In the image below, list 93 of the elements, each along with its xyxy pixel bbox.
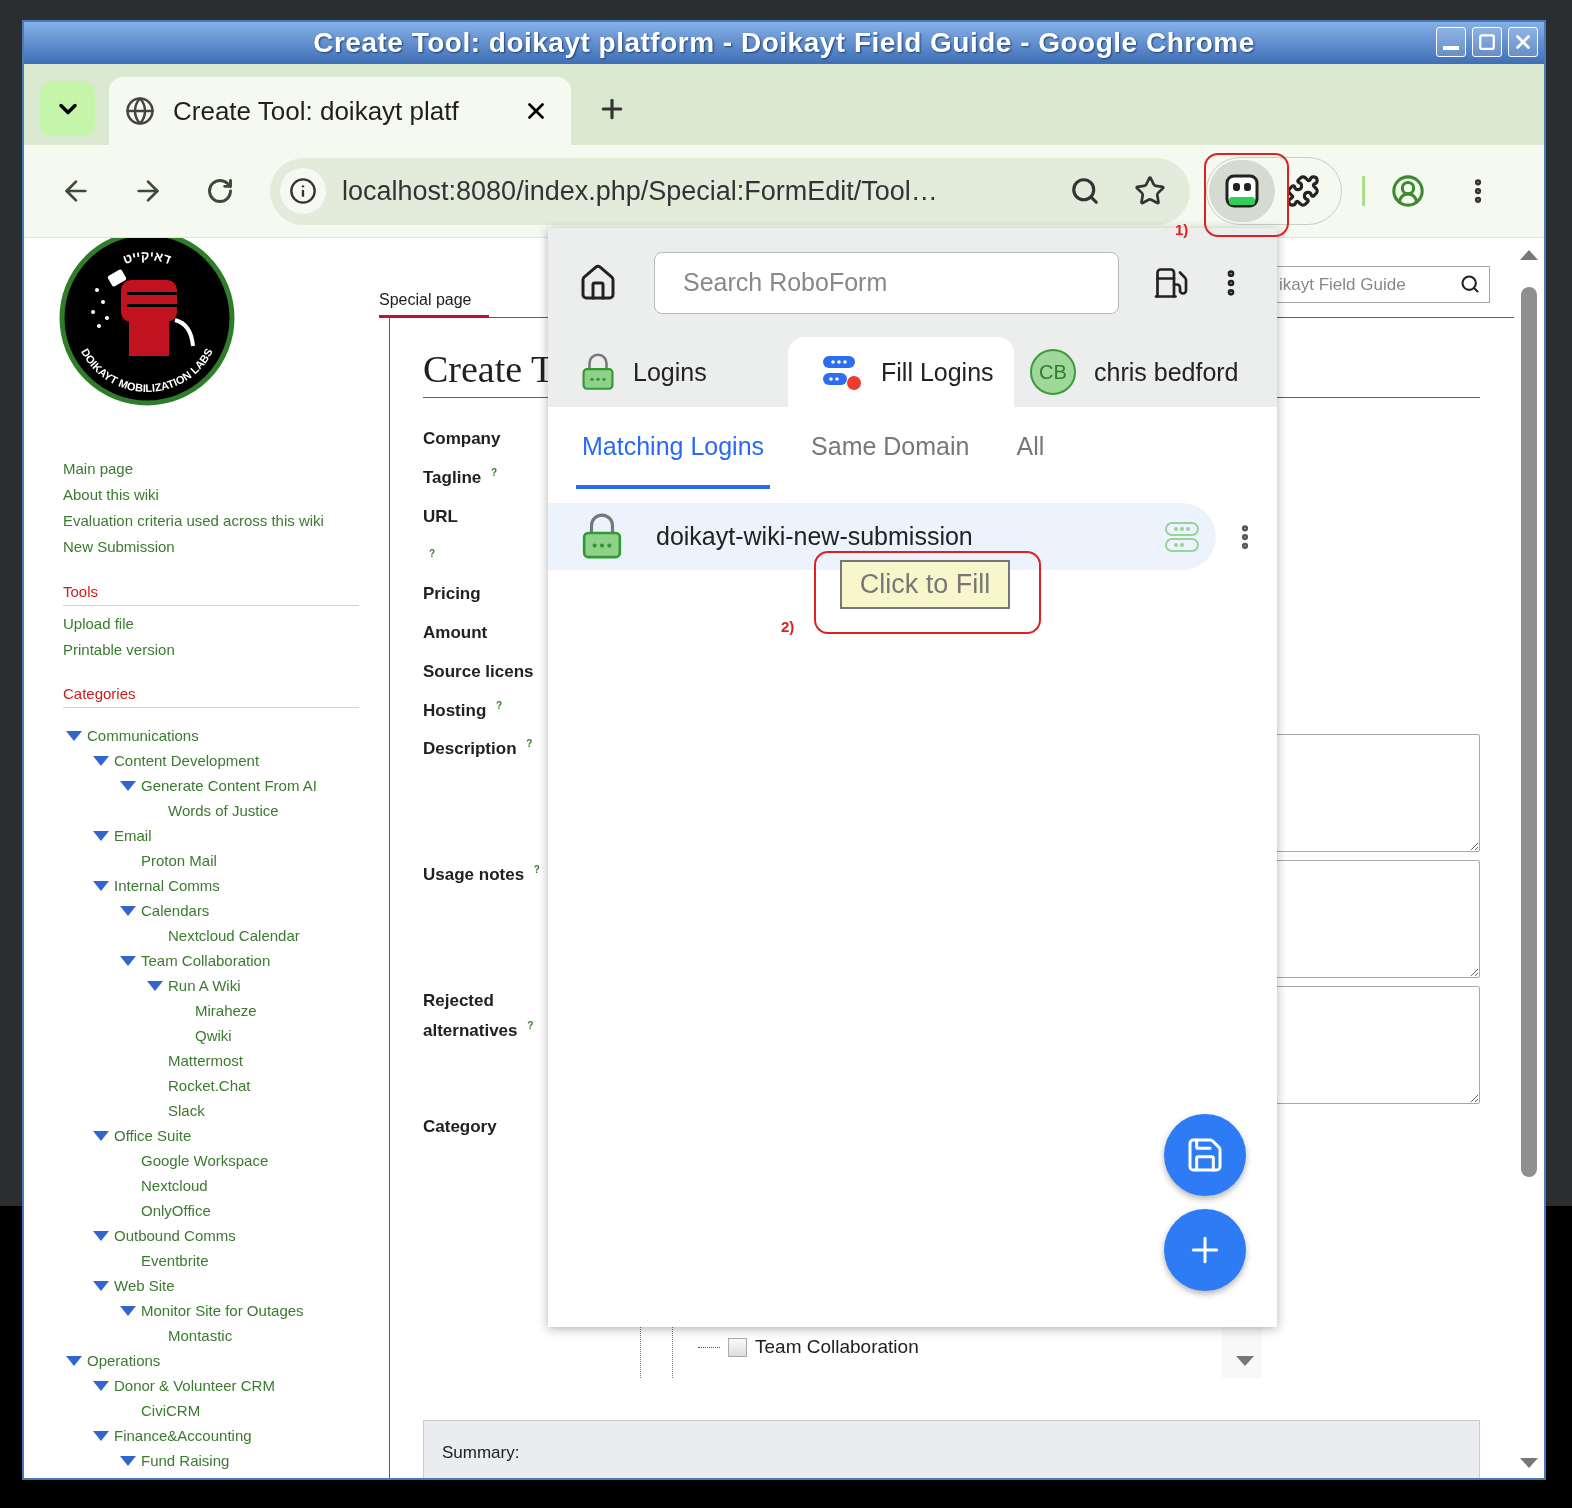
- maximize-icon: [1478, 33, 1496, 51]
- category-link[interactable]: Qwiki: [195, 1023, 232, 1049]
- tool-link[interactable]: Upload file: [63, 611, 134, 637]
- category-link[interactable]: Google Workspace: [141, 1148, 269, 1174]
- tooltip: Click to Fill: [840, 560, 1010, 609]
- page-tab[interactable]: Special page: [379, 291, 489, 318]
- tab-title: Create Tool: doikayt platf: [173, 95, 459, 127]
- category-link[interactable]: Run A Wiki: [168, 973, 241, 999]
- category-link[interactable]: Nextcloud: [141, 1173, 208, 1199]
- field-label: Hosting $^{?}$: [423, 699, 504, 722]
- field-label: Company: [423, 428, 502, 450]
- category-link[interactable]: CiviCRM: [141, 1398, 201, 1424]
- field-label: Source licens: [423, 661, 535, 683]
- category-link[interactable]: Montastic: [168, 1323, 233, 1349]
- filter-tab[interactable]: All: [1010, 407, 1051, 489]
- checkbox[interactable]: [728, 1337, 747, 1357]
- site-info-button[interactable]: [280, 168, 326, 214]
- puzzle-icon: [1286, 174, 1320, 208]
- category-link[interactable]: Monitor Site for Outages: [141, 1298, 304, 1324]
- scroll-up-icon[interactable]: [1520, 250, 1538, 260]
- category-link[interactable]: Miraheze: [195, 998, 257, 1024]
- field-label: Description $^{?}$: [423, 737, 534, 760]
- roboform-search-field[interactable]: Search RoboForm: [654, 251, 1119, 314]
- category-link[interactable]: Words of Justice: [168, 798, 279, 824]
- field-label: Rejected alternatives $^{?}$: [423, 990, 535, 1042]
- roboform-button[interactable]: [1209, 160, 1275, 222]
- category-link[interactable]: Generate Content From AI: [141, 773, 317, 799]
- category-link[interactable]: Office Suite: [114, 1123, 192, 1149]
- nav-link[interactable]: New Submission: [63, 534, 175, 560]
- category-link[interactable]: Web Site: [114, 1273, 175, 1299]
- portal-heading: Categories: [63, 682, 359, 708]
- url-text: localhost:8080/index.php/Special:FormEdit/Tool…: [342, 175, 939, 207]
- globe-icon: [125, 96, 155, 126]
- category-link[interactable]: Nextcloud Calendar: [168, 923, 300, 949]
- avatar: CB: [1030, 349, 1076, 395]
- category-label: Team Collaboration: [755, 1336, 919, 1358]
- save-button[interactable]: [1164, 1114, 1246, 1196]
- lock-icon: [581, 513, 623, 560]
- add-button[interactable]: [1164, 1209, 1246, 1291]
- tool-link[interactable]: Printable version: [63, 637, 175, 663]
- filter-tab[interactable]: Same Domain: [805, 407, 976, 489]
- field-label: Usage notes $^{?}$: [423, 863, 541, 886]
- maximize-button[interactable]: [1472, 27, 1502, 57]
- window-title: Create Tool: doikayt platform - Doikayt Field Guide - Google Chrome: [313, 27, 1255, 59]
- category-link[interactable]: Outbound Comms: [114, 1223, 236, 1249]
- category-link[interactable]: Email: [114, 823, 152, 849]
- field-label: Amount: [423, 622, 489, 644]
- profile-icon[interactable]: [1391, 174, 1425, 208]
- minimize-icon: [1443, 46, 1459, 50]
- lock-icon: [581, 353, 615, 391]
- category-link[interactable]: Mattermost: [168, 1048, 243, 1074]
- category-link[interactable]: Slack: [168, 1098, 205, 1124]
- portal-heading: Tools: [63, 580, 359, 606]
- tab-search-button[interactable]: [40, 81, 95, 136]
- summary-label: Summary:: [442, 1443, 520, 1462]
- filter-tab[interactable]: Matching Logins: [576, 407, 771, 489]
- field-label: Pricing: [423, 583, 482, 605]
- minimize-button[interactable]: [1436, 27, 1466, 57]
- close-button[interactable]: [1508, 27, 1538, 57]
- nav-link[interactable]: Evaluation criteria used across this wiki: [63, 508, 324, 534]
- reload-icon[interactable]: [206, 177, 234, 205]
- category-link[interactable]: Team Collaboration: [141, 948, 271, 974]
- roboform-tab[interactable]: Fill Logins: [788, 337, 1014, 407]
- category-link[interactable]: Eventbrite: [141, 1248, 209, 1274]
- category-link[interactable]: Calendars: [141, 898, 210, 924]
- category-link[interactable]: Finance&Accounting: [114, 1423, 252, 1449]
- category-link[interactable]: Internal Comms: [114, 873, 220, 899]
- field-label: URL ?: [423, 506, 459, 561]
- category-link[interactable]: Content Development: [114, 748, 260, 774]
- category-link[interactable]: OnlyOffice: [141, 1198, 211, 1224]
- login-item[interactable]: doikayt-wiki-new-submission: [548, 503, 1216, 570]
- info-icon: [289, 177, 317, 205]
- scrollbar-thumb[interactable]: [1521, 287, 1537, 1177]
- category-link[interactable]: Donor & Volunteer CRM: [114, 1373, 275, 1399]
- category-link[interactable]: Communications: [87, 723, 199, 749]
- category-link[interactable]: Fund Raising: [141, 1448, 230, 1474]
- field-label: Tagline $^{?}$: [423, 466, 499, 489]
- scroll-down-icon[interactable]: [1520, 1458, 1538, 1468]
- category-link[interactable]: Proton Mail: [141, 848, 217, 874]
- browser-tab[interactable]: Create Tool: doikayt platf: [109, 77, 571, 145]
- robot-icon: [1225, 174, 1259, 208]
- category-link[interactable]: Operations: [87, 1348, 161, 1374]
- field-label: Category: [423, 1116, 498, 1138]
- search-icon[interactable]: [1460, 274, 1480, 294]
- address-bar[interactable]: localhost:8080/index.php/Special:FormEdit/Tool…: [270, 157, 1190, 225]
- nav-link[interactable]: About this wiki: [63, 482, 159, 508]
- annotation-label: 2): [781, 618, 795, 635]
- scroll-down-icon[interactable]: [1236, 1356, 1254, 1366]
- logo-text: דאיקייט: [120, 247, 174, 268]
- star-icon[interactable]: [1134, 175, 1166, 207]
- category-link[interactable]: Rocket.Chat: [168, 1073, 251, 1099]
- nav-link[interactable]: Main page: [63, 456, 134, 482]
- magnifier-icon[interactable]: [1070, 176, 1100, 206]
